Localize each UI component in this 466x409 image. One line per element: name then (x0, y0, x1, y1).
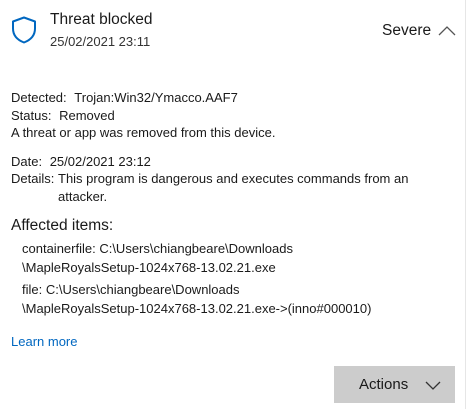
actions-button[interactable]: Actions (334, 366, 455, 403)
threat-title: Threat blocked (50, 11, 153, 28)
status-label: Status: (11, 108, 52, 123)
date-row: Date: 25/02/2021 23:12 (11, 153, 151, 171)
detected-label: Detected: (11, 90, 67, 105)
affected-item-path: containerfile: C:\Users\chiangbeare\Down… (22, 241, 293, 256)
chevron-up-icon[interactable] (436, 22, 458, 40)
shield-icon (11, 16, 37, 44)
threat-timestamp: 25/02/2021 23:11 (50, 34, 151, 49)
date-label: Date: (11, 154, 43, 169)
threat-card: Threat blocked 25/02/2021 23:11 Severe D… (0, 0, 466, 409)
status-row: Status: Removed (11, 107, 115, 125)
affected-item-path: \MapleRoyalsSetup-1024x768-13.02.21.exe (22, 260, 276, 275)
detected-value: Trojan:Win32/Ymacco.AAF7 (74, 90, 238, 105)
details-value: This program is dangerous and executes c… (58, 171, 409, 204)
status-value: Removed (59, 108, 115, 123)
chevron-down-icon (424, 379, 442, 391)
threat-header: Threat blocked 25/02/2021 23:11 Severe (0, 0, 466, 62)
status-message: A threat or app was removed from this de… (11, 125, 276, 140)
severity-label: Severe (382, 22, 432, 39)
details-label: Details: (11, 171, 55, 186)
affected-items-heading: Affected items: (11, 217, 114, 234)
actions-label: Actions (359, 376, 409, 393)
learn-more-link[interactable]: Learn more (11, 334, 77, 349)
affected-item-path: \MapleRoyalsSetup-1024x768-13.02.21.exe-… (22, 301, 372, 316)
affected-item-path: file: C:\Users\chiangbeare\Downloads (22, 282, 240, 297)
date-value: 25/02/2021 23:12 (49, 154, 151, 169)
detected-row: Detected: Trojan:Win32/Ymacco.AAF7 (11, 89, 238, 107)
